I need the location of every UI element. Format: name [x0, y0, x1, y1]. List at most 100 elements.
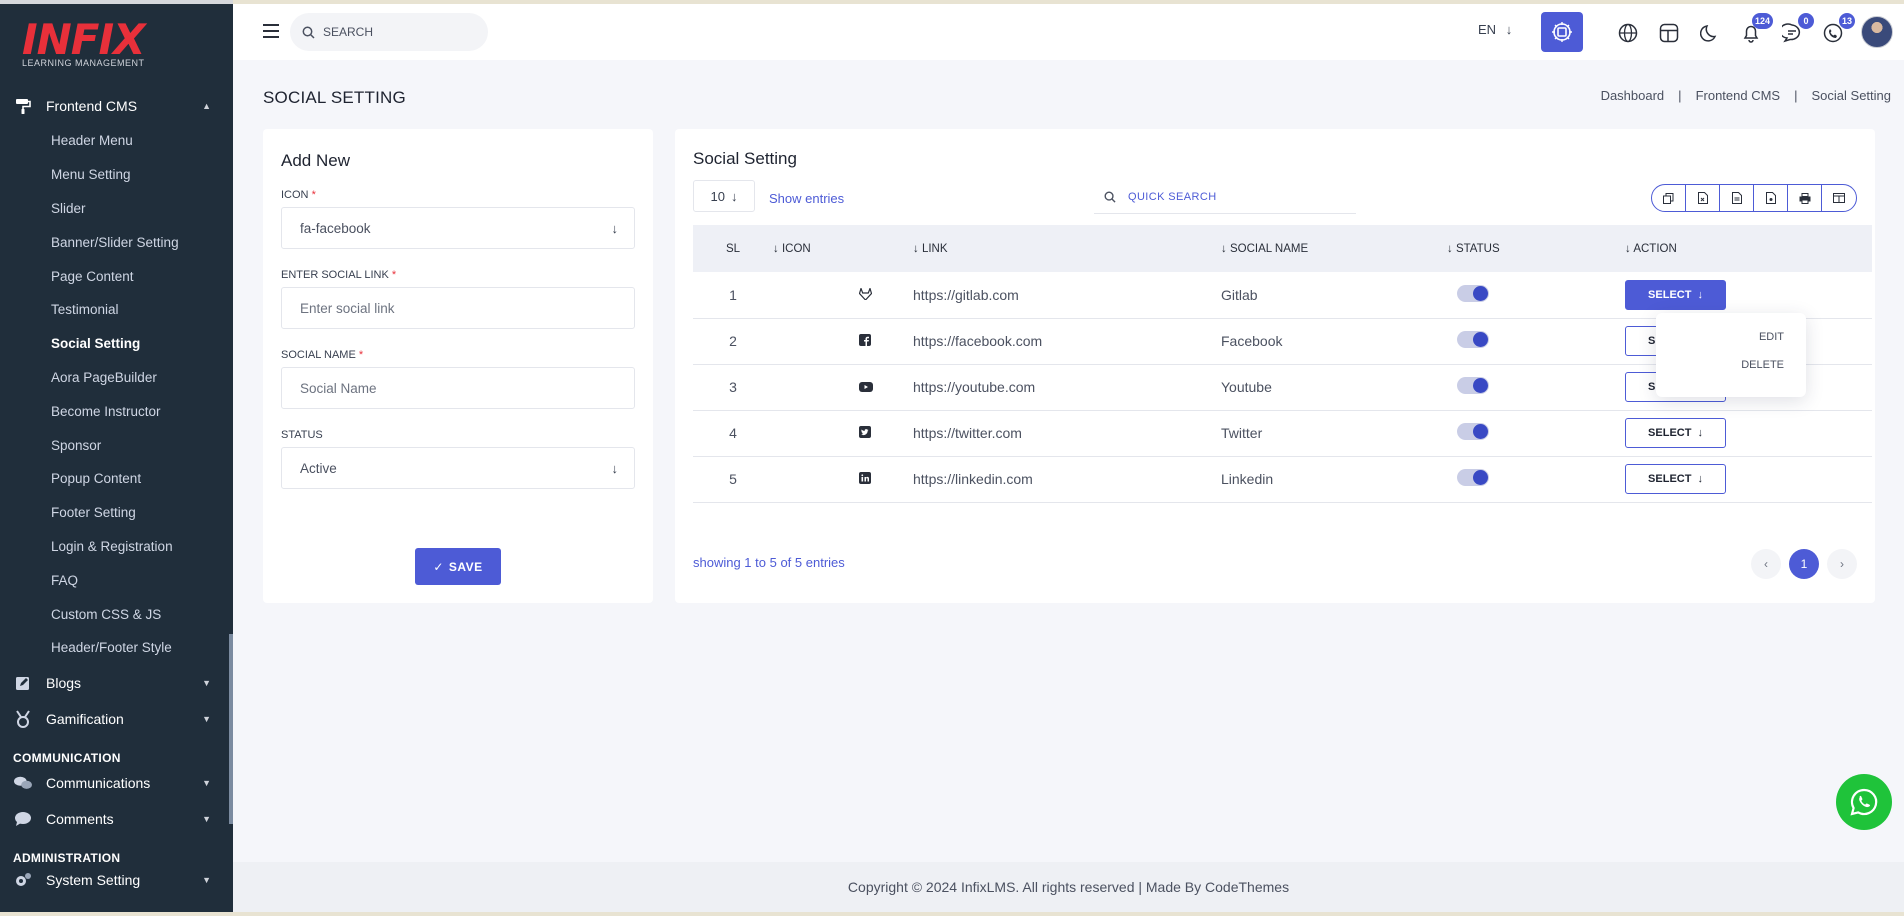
select-label: SELECT: [1648, 427, 1692, 439]
chevron-right-icon: ›: [1840, 557, 1844, 571]
cell-status: [1447, 364, 1625, 411]
cell-action: SELECT ↓: [1625, 410, 1872, 457]
columns-button[interactable]: [1822, 185, 1856, 211]
csv-button[interactable]: [1720, 185, 1754, 211]
column-social-name[interactable]: ↓ SOCIAL NAME: [1221, 225, 1447, 272]
sidebar-item-header-footer-style[interactable]: Header/Footer Style: [0, 631, 233, 665]
column-link[interactable]: ↓ LINK: [913, 225, 1221, 272]
hamburger-menu-icon[interactable]: [263, 24, 279, 42]
sidebar-item-popup-content[interactable]: Popup Content: [0, 462, 233, 496]
sidebar-item-banner-slider-setting[interactable]: Banner/Slider Setting: [0, 225, 233, 259]
notifications-button[interactable]: 124: [1736, 13, 1773, 48]
status-toggle[interactable]: [1457, 331, 1489, 348]
column-sl[interactable]: SL: [693, 225, 773, 272]
column-icon[interactable]: ↓ ICON: [773, 225, 913, 272]
sidebar-item-menu-setting[interactable]: Menu Setting: [0, 158, 233, 192]
dropdown-delete[interactable]: DELETE: [1678, 359, 1784, 371]
sidebar-group-comments[interactable]: Comments ▼: [0, 801, 233, 837]
pdf-button[interactable]: [1754, 185, 1788, 211]
copy-button[interactable]: [1652, 185, 1686, 211]
caret-down-icon: ▼: [202, 874, 211, 885]
sidebar-item-header-menu[interactable]: Header Menu: [0, 124, 233, 158]
sidebar-group-blogs[interactable]: Blogs ▼: [0, 665, 233, 701]
status-select[interactable]: Active ↓: [281, 447, 635, 489]
sidebar-scrollbar[interactable]: [229, 634, 233, 824]
column-action[interactable]: ↓ ACTION: [1625, 225, 1872, 272]
breadcrumb-frontend-cms[interactable]: Frontend CMS: [1696, 88, 1781, 103]
sidebar-group-label: Gamification: [46, 710, 124, 727]
language-selector[interactable]: EN ↓: [1478, 22, 1512, 37]
cell-action: SELECT ↓: [1625, 456, 1872, 503]
bottom-border: [0, 912, 1904, 916]
page-size-select[interactable]: 10 ↓: [693, 180, 755, 212]
save-button[interactable]: ✓ SAVE: [415, 548, 501, 585]
show-entries-label: Show entries: [769, 191, 845, 206]
cell-icon: [773, 272, 913, 319]
select-action-button[interactable]: SELECT ↓: [1625, 464, 1726, 494]
sort-arrow-icon: ↓: [913, 242, 922, 255]
sidebar-item-footer-setting[interactable]: Footer Setting: [0, 496, 233, 530]
whatsapp-button[interactable]: [1836, 774, 1892, 830]
language-label: EN: [1478, 22, 1497, 37]
sidebar-item-custom-css-js[interactable]: Custom CSS & JS: [0, 597, 233, 631]
quick-search-input[interactable]: QUICK SEARCH: [1094, 180, 1356, 214]
dropdown-edit[interactable]: EDIT: [1678, 331, 1784, 343]
sidebar-group-system-setting[interactable]: System Setting ▼: [0, 865, 233, 895]
cell-icon: [773, 410, 913, 457]
search-input[interactable]: SEARCH: [290, 13, 488, 51]
layout-button[interactable]: [1654, 18, 1684, 48]
social-link-label: ENTER SOCIAL LINK *: [281, 269, 397, 281]
status-toggle[interactable]: [1457, 284, 1489, 302]
globe-button[interactable]: [1613, 18, 1643, 48]
prev-page-button[interactable]: ‹: [1751, 549, 1781, 579]
sidebar-item-login-registration[interactable]: Login & Registration: [0, 530, 233, 564]
caret-down-icon: ▼: [202, 677, 211, 688]
sidebar-item-testimonial[interactable]: Testimonial: [0, 293, 233, 327]
breadcrumb: Dashboard | Frontend CMS | Social Setting: [1600, 88, 1891, 103]
calls-button[interactable]: 13: [1818, 13, 1855, 48]
print-button[interactable]: [1788, 185, 1822, 211]
sidebar-item-sponsor[interactable]: Sponsor: [0, 428, 233, 462]
sidebar-item-page-content[interactable]: Page Content: [0, 259, 233, 293]
social-name-input[interactable]: Social Name: [281, 367, 635, 409]
logo[interactable]: INFIX LEARNING MANAGEMENT: [0, 4, 233, 82]
social-link-placeholder: Enter social link: [300, 300, 395, 316]
sidebar-item-faq[interactable]: FAQ: [0, 563, 233, 597]
twitter-icon: [859, 425, 871, 441]
status-toggle[interactable]: [1457, 469, 1489, 486]
sidebar-item-aora-pagebuilder[interactable]: Aora PageBuilder: [0, 361, 233, 395]
select-action-button[interactable]: SELECT ↓: [1625, 418, 1726, 448]
column-status[interactable]: ↓ STATUS: [1447, 225, 1625, 272]
footer: Copyright © 2024 InfixLMS. All rights re…: [233, 862, 1904, 912]
status-toggle[interactable]: [1457, 423, 1489, 440]
page-button-current[interactable]: 1: [1789, 549, 1819, 579]
chat-bubbles-icon: [14, 774, 32, 792]
cell-link: https://gitlab.com: [913, 272, 1221, 319]
edit-square-icon: [14, 674, 32, 692]
sidebar-group-communications[interactable]: Communications ▼: [0, 765, 233, 801]
comment-icon: [14, 810, 32, 828]
messages-button[interactable]: 0: [1777, 13, 1814, 48]
status-toggle[interactable]: [1457, 377, 1489, 394]
icon-select[interactable]: fa-facebook ↓: [281, 207, 635, 249]
sidebar-group-gamification[interactable]: Gamification ▼: [0, 701, 233, 737]
avatar[interactable]: [1861, 16, 1893, 48]
cell-status: [1447, 456, 1625, 503]
sidebar-item-slider[interactable]: Slider: [0, 192, 233, 226]
cpu-settings-button[interactable]: [1541, 12, 1583, 52]
select-action-button[interactable]: SELECT ↓: [1625, 279, 1726, 310]
cell-sl: 2: [693, 318, 773, 365]
add-new-card: Add New ICON * fa-facebook ↓ ENTER SOCIA…: [263, 129, 653, 603]
sidebar-group-frontend-cms[interactable]: Frontend CMS ▲: [0, 88, 233, 124]
social-link-input[interactable]: Enter social link: [281, 287, 635, 329]
next-page-button[interactable]: ›: [1827, 549, 1857, 579]
cell-icon: [773, 318, 913, 365]
excel-file-icon: [1697, 192, 1708, 204]
sidebar-item-social-setting[interactable]: Social Setting: [0, 327, 233, 361]
sidebar-item-become-instructor[interactable]: Become Instructor: [0, 394, 233, 428]
pagination: ‹ 1 ›: [1751, 549, 1857, 579]
excel-button[interactable]: [1686, 185, 1720, 211]
dark-mode-button[interactable]: [1695, 18, 1725, 48]
breadcrumb-dashboard[interactable]: Dashboard: [1601, 88, 1665, 103]
table-row: 5 https://linkedin.com Linkedin SELECT ↓: [693, 456, 1872, 503]
